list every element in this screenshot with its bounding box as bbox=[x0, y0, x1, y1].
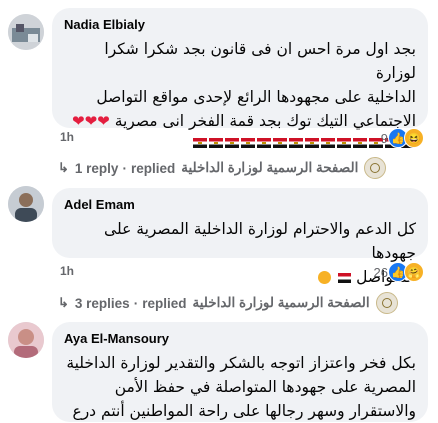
reaction-count: 26 bbox=[373, 264, 388, 280]
comment-bubble: Aya El-Mansoury بكل فخر واعتزاز اتوجه با… bbox=[52, 322, 428, 422]
avatar[interactable] bbox=[8, 322, 44, 358]
comment-author[interactable]: Nadia Elbialy bbox=[64, 16, 416, 33]
comment-text: بجد اول مرة احس ان فى قانون بجد شكرا شكر… bbox=[64, 37, 416, 133]
replies-count: 3 replies bbox=[74, 295, 130, 311]
profile-photo-icon bbox=[8, 14, 44, 50]
comment-bubble: Adel Emam كل الدعم والاحترام لوزارة الدا… bbox=[52, 188, 428, 286]
comment-bubble: Nadia Elbialy بجد اول مرة احس ان فى قانو… bbox=[52, 8, 428, 148]
comment-text: بكل فخر واعتزاز اتوجه بالشكر والتقدير لو… bbox=[66, 354, 416, 420]
comment-author[interactable]: Aya El-Mansoury bbox=[64, 330, 416, 347]
comment-body: كل الدعم والاحترام لوزارة الداخلية المصر… bbox=[104, 220, 416, 286]
haha-reaction-icon: 😆 bbox=[404, 128, 424, 148]
replies-count: 1 reply bbox=[74, 160, 119, 176]
reaction-summary[interactable]: 26 👍 🤗 bbox=[374, 262, 424, 282]
avatar[interactable] bbox=[8, 186, 44, 222]
replied-label: replied bbox=[142, 295, 187, 311]
emoji-face bbox=[318, 271, 332, 284]
separator-dot: · bbox=[122, 160, 127, 176]
replied-label: replied bbox=[130, 160, 176, 176]
replier-page-name: الصفحة الرسمية لوزارة الداخلية bbox=[181, 160, 359, 175]
reaction-count: 9 bbox=[380, 130, 388, 146]
comment-text: كل الدعم والاحترام لوزارة الداخلية المصر… bbox=[64, 217, 416, 289]
comment-time[interactable]: 1h bbox=[60, 264, 74, 278]
care-reaction-icon: 🤗 bbox=[404, 262, 424, 282]
separator-dot: · bbox=[133, 295, 139, 311]
replier-page-name: الصفحة الرسمية لوزارة الداخلية bbox=[192, 295, 370, 310]
comment-body: بجد اول مرة احس ان فى قانون بجد شكرا شكر… bbox=[96, 40, 416, 130]
avatar[interactable] bbox=[8, 14, 44, 50]
comment-time[interactable]: 1h bbox=[60, 130, 74, 144]
egypt-flag-emoji bbox=[338, 272, 352, 283]
egypt-flag-emoji-row bbox=[64, 135, 416, 151]
reaction-summary[interactable]: 9 👍 😆 bbox=[381, 128, 424, 148]
page-avatar bbox=[375, 292, 398, 314]
reply-arrow-icon: ↳ bbox=[58, 160, 69, 175]
profile-photo-icon bbox=[8, 186, 44, 222]
profile-photo-icon bbox=[8, 322, 44, 358]
replies-link[interactable]: ↳ 3 replies · replied الصفحة الرسمية لوز… bbox=[58, 292, 398, 314]
replies-link[interactable]: ↳ 1 reply · replied الصفحة الرسمية لوزار… bbox=[58, 157, 387, 179]
reply-arrow-icon: ↳ bbox=[58, 295, 69, 310]
hearts-emoji: ❤❤❤ bbox=[72, 112, 110, 130]
comment-author[interactable]: Adel Emam bbox=[64, 196, 416, 213]
page-avatar bbox=[364, 157, 387, 179]
